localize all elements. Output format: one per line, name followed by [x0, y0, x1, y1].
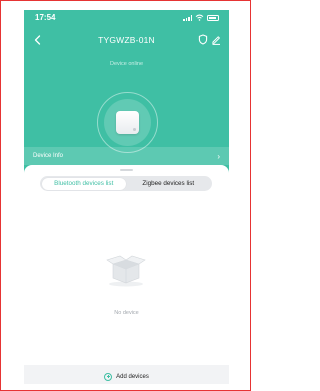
tab-bluetooth-devices[interactable]: Bluetooth devices list	[41, 177, 126, 190]
shield-icon[interactable]	[198, 34, 208, 45]
back-icon[interactable]	[33, 34, 43, 46]
device-info-label: Device Info	[33, 153, 64, 159]
wifi-icon	[195, 14, 204, 21]
gateway-device-icon	[116, 111, 139, 134]
phone-screen: 17:54 TYGWZB-01N Device online Device In…	[24, 10, 229, 384]
tab-strip: Bluetooth devices list Zigbee devices li…	[40, 176, 212, 191]
tab-zigbee-devices[interactable]: Zigbee devices list	[126, 178, 211, 190]
status-icons	[183, 14, 219, 21]
device-info-row[interactable]: Device Info ›	[24, 147, 229, 165]
battery-icon	[207, 15, 219, 21]
add-devices-button[interactable]: Add devices	[24, 369, 229, 384]
empty-box-icon	[106, 255, 146, 287]
devices-sheet: Bluetooth devices list Zigbee devices li…	[24, 165, 229, 365]
nav-title: TYGWZB-01N	[98, 35, 155, 45]
edit-icon[interactable]	[211, 34, 221, 45]
signal-icon	[183, 15, 192, 21]
add-devices-label: Add devices	[116, 373, 149, 380]
nav-bar: TYGWZB-01N	[24, 30, 229, 50]
status-time: 17:54	[35, 13, 56, 22]
plus-circle-icon	[104, 372, 113, 381]
chevron-right-icon: ›	[217, 151, 220, 161]
status-bar: 17:54	[24, 10, 229, 26]
device-status: Device online	[109, 61, 144, 67]
device-hero: 17:54 TYGWZB-01N Device online Device In…	[24, 10, 229, 185]
device-image-ring	[97, 92, 158, 153]
device-image-halo	[104, 99, 151, 146]
drag-handle[interactable]	[120, 169, 133, 171]
empty-state-text: No device	[114, 310, 139, 316]
